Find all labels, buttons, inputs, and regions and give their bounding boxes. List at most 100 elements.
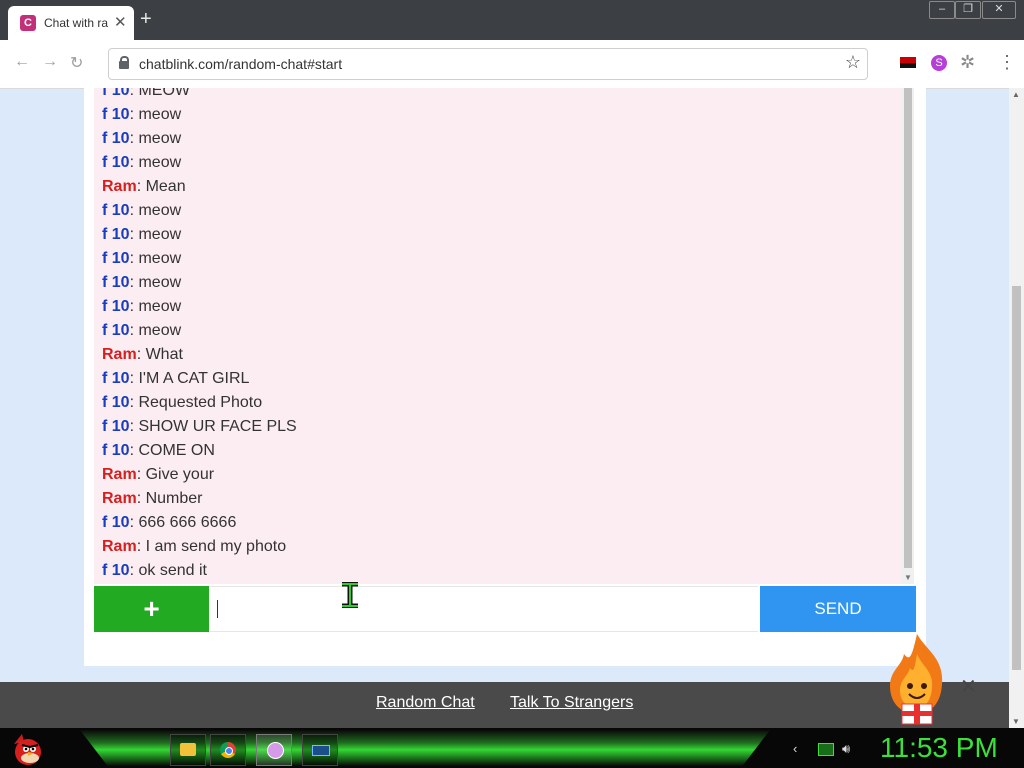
chat-message: Ram: Mean — [102, 178, 186, 196]
chat-message-sender: f 10 — [102, 154, 130, 171]
chat-message-text: : meow — [129, 226, 182, 243]
chat-message-text: : Number — [136, 490, 203, 507]
chat-message-text: : meow — [129, 202, 182, 219]
purple-extension-icon[interactable]: S — [931, 55, 947, 71]
tab-close-icon[interactable]: ✕ — [114, 13, 127, 31]
close-window-button[interactable]: ✕ — [982, 1, 1016, 19]
fire-mascot-gift-icon[interactable] — [884, 632, 950, 728]
angry-bird-start-icon[interactable] — [8, 730, 48, 766]
chat-message: f 10: meow — [102, 274, 181, 292]
message-input[interactable] — [209, 586, 758, 632]
site-favicon-icon: C — [20, 15, 36, 31]
chat-message-text: : Mean — [136, 178, 186, 195]
chat-message: f 10: meow — [102, 130, 181, 148]
chat-message-sender: f 10 — [102, 274, 130, 291]
chat-message-sender: Ram — [102, 466, 137, 483]
chat-message-sender: f 10 — [102, 226, 130, 243]
random-chat-link[interactable]: Random Chat — [376, 694, 475, 712]
chat-message: f 10: SHOW UR FACE PLS — [102, 418, 297, 436]
chat-message-sender: f 10 — [102, 370, 130, 387]
chat-message-text: : I'M A CAT GIRL — [129, 370, 250, 387]
chat-message-sender: f 10 — [102, 202, 130, 219]
active-app-taskbar-icon[interactable] — [256, 734, 292, 766]
chat-message-sender: f 10 — [102, 298, 130, 315]
taskbar-clock[interactable]: 11:53 PM — [880, 732, 998, 764]
page-scroll-thumb[interactable] — [1012, 286, 1021, 670]
chat-message: f 10: meow — [102, 202, 181, 220]
chat-message-sender: Ram — [102, 346, 137, 363]
chat-message-text: : 666 666 6666 — [129, 514, 237, 531]
chat-log-scrollbar[interactable]: ▼ — [902, 88, 914, 584]
forward-arrow-icon[interactable]: → — [42, 53, 58, 71]
chat-message-text: : ok send it — [129, 562, 207, 579]
chat-log-scroll-thumb[interactable] — [904, 88, 912, 568]
chat-message-sender: Ram — [102, 178, 137, 195]
volume-icon[interactable]: 🔊︎ — [842, 741, 850, 757]
reload-icon[interactable]: ↻ — [70, 53, 83, 73]
chat-message: Ram: Give your — [102, 466, 214, 484]
address-bar[interactable]: chatblink.com/random-chat#start ☆ — [108, 48, 868, 80]
chat-message-text: : Requested Photo — [129, 394, 263, 411]
scroll-down-arrow-icon[interactable]: ▼ — [904, 573, 912, 582]
bookmark-star-icon[interactable]: ☆ — [845, 52, 861, 73]
chat-message-sender: f 10 — [102, 442, 130, 459]
browser-tab[interactable]: C Chat with ra ✕ — [8, 6, 134, 40]
chat-message: f 10: I'M A CAT GIRL — [102, 370, 249, 388]
chat-message-sender: f 10 — [102, 394, 130, 411]
chat-message-text: : Give your — [136, 466, 215, 483]
ad-close-icon[interactable]: ✕ — [960, 674, 977, 699]
browser-tab-strip: C Chat with ra ✕ + – ❐ ✕ — [0, 0, 1024, 40]
chat-message-text: : meow — [129, 298, 182, 315]
chat-message: f 10: meow — [102, 226, 181, 244]
page-scroll-down-icon[interactable]: ▼ — [1012, 717, 1020, 726]
new-tab-plus-icon[interactable]: + — [140, 8, 152, 31]
chat-message: f 10: MEOW — [102, 88, 190, 100]
chat-message: f 10: COME ON — [102, 442, 215, 460]
chat-message-sender: Ram — [102, 538, 137, 555]
chat-message: Ram: Number — [102, 490, 202, 508]
talk-to-strangers-link[interactable]: Talk To Strangers — [510, 694, 633, 712]
chat-message-text: : I am send my photo — [136, 538, 287, 555]
puzzle-extensions-icon[interactable]: ✲ — [960, 52, 975, 73]
chat-message-sender: f 10 — [102, 130, 130, 147]
chat-message-text: : meow — [129, 154, 182, 171]
keyboard-taskbar-icon[interactable] — [302, 734, 338, 766]
page-scrollbar[interactable]: ▲ ▼ — [1009, 88, 1024, 728]
ibeam-cursor-icon — [342, 582, 358, 608]
chat-message-sender: f 10 — [102, 88, 130, 99]
add-attachment-button[interactable]: + — [94, 586, 209, 632]
send-button[interactable]: SEND — [760, 586, 916, 632]
browser-menu-icon[interactable]: ⋮ — [998, 52, 1016, 73]
chat-message-sender: f 10 — [102, 250, 130, 267]
browser-toolbar: ← → ↻ chatblink.com/random-chat#start ☆ … — [0, 40, 1024, 89]
chat-message: f 10: meow — [102, 154, 181, 172]
minimize-window-button[interactable]: – — [929, 1, 955, 19]
chrome-taskbar-icon[interactable] — [210, 734, 246, 766]
chat-message-sender: f 10 — [102, 322, 130, 339]
chat-message-text: : meow — [129, 322, 182, 339]
chat-message-text: : What — [136, 346, 183, 363]
page-scroll-up-icon[interactable]: ▲ — [1012, 90, 1020, 99]
chat-message-sender: Ram — [102, 490, 137, 507]
lock-icon — [119, 56, 129, 69]
chat-message: f 10: meow — [102, 322, 181, 340]
tray-monitor-icon[interactable] — [818, 743, 834, 756]
chat-message-text: : meow — [129, 130, 182, 147]
chat-message-text: : meow — [129, 106, 182, 123]
chat-message: Ram: I am send my photo — [102, 538, 286, 556]
restore-window-button[interactable]: ❐ — [955, 1, 981, 19]
back-arrow-icon[interactable]: ← — [14, 53, 30, 71]
tray-chevron-icon[interactable]: ‹ — [793, 741, 797, 756]
chat-message: f 10: 666 666 6666 — [102, 514, 236, 532]
chat-message-sender: f 10 — [102, 418, 130, 435]
chat-message-sender: f 10 — [102, 106, 130, 123]
chat-message: f 10: meow — [102, 298, 181, 316]
page-footer: Random Chat Talk To Strangers — [0, 682, 1009, 728]
chat-message: f 10: meow — [102, 106, 181, 124]
flag-extension-icon[interactable] — [900, 57, 916, 68]
file-explorer-taskbar-icon[interactable] — [170, 734, 206, 766]
chat-message-text: : meow — [129, 274, 182, 291]
chat-message-text: : COME ON — [129, 442, 215, 459]
chat-message-text: : MEOW — [129, 88, 191, 99]
chat-message-sender: f 10 — [102, 514, 130, 531]
